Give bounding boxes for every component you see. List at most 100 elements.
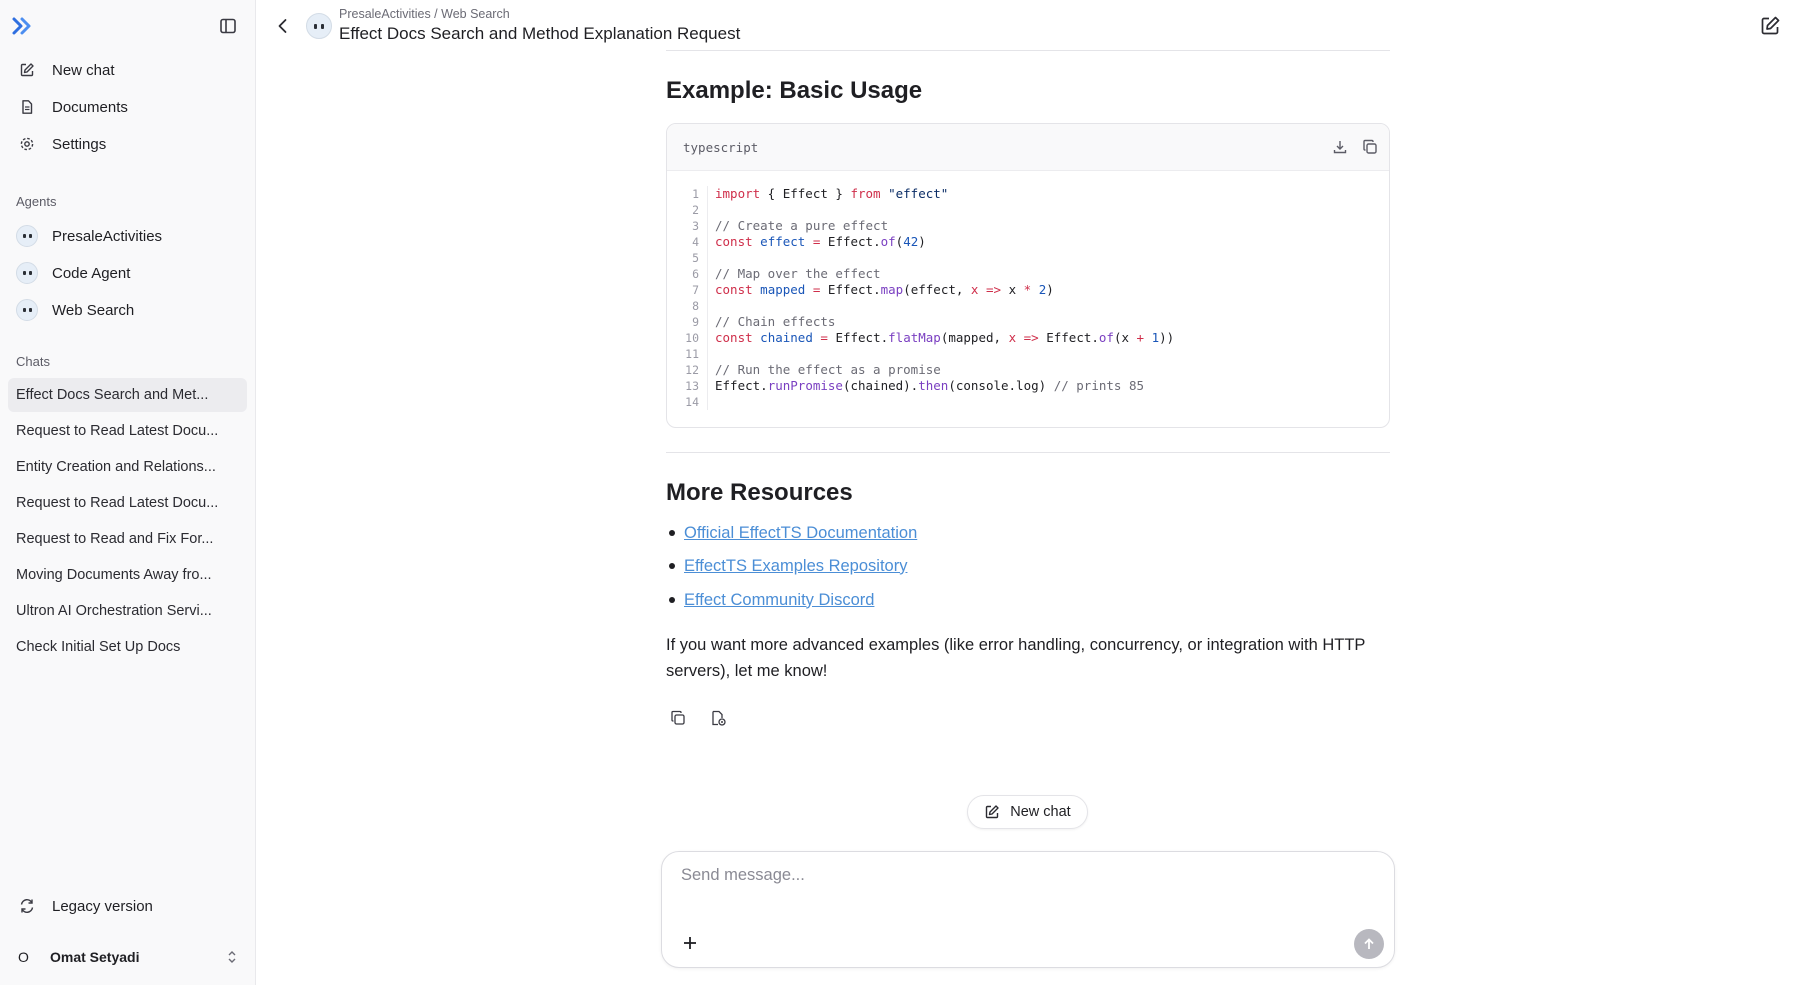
- pencil-square-icon: [18, 61, 36, 79]
- code-line: 1 import { Effect } from "effect": [667, 186, 1389, 202]
- sidebar-item-label: New chat: [52, 61, 115, 79]
- line-number: 8: [692, 299, 699, 313]
- document-icon: [18, 98, 36, 116]
- copy-icon[interactable]: [668, 706, 688, 730]
- line-number: 12: [685, 363, 699, 377]
- agent-item-code-agent[interactable]: Code Agent: [8, 256, 247, 290]
- resources-heading: More Resources: [666, 479, 853, 506]
- code-line: 12// Run the effect as a promise: [667, 362, 1389, 378]
- chat-item[interactable]: Moving Documents Away fro...: [8, 558, 247, 592]
- code-line: 3// Create a pure effect: [667, 218, 1389, 234]
- line-number: 9: [692, 315, 699, 329]
- chats-section-label: Chats: [16, 354, 50, 369]
- legacy-version-button[interactable]: Legacy version: [8, 889, 247, 923]
- bullet: [669, 530, 675, 536]
- agent-avatar: [16, 262, 38, 284]
- sidebar-documents[interactable]: Documents: [8, 90, 247, 124]
- line-number: 2: [692, 203, 699, 217]
- agent-avatar: [306, 13, 332, 39]
- new-chat-button[interactable]: New chat: [967, 795, 1088, 829]
- back-arrow-icon[interactable]: [271, 14, 295, 38]
- line-number: 11: [685, 347, 699, 361]
- message-composer: [661, 851, 1395, 968]
- edit-icon[interactable]: [1758, 14, 1782, 38]
- sidebar-item-label: Settings: [52, 135, 107, 153]
- chat-item[interactable]: Request to Read Latest Docu...: [8, 414, 247, 448]
- logo-icon[interactable]: [10, 14, 34, 38]
- code-line: 7 const mapped = Effect.map(effect, x => …: [667, 282, 1389, 298]
- legacy-version-label: Legacy version: [52, 897, 153, 915]
- sidebar-item-label: Documents: [52, 98, 128, 116]
- list-item: Official EffectTS Documentation: [666, 521, 1066, 545]
- sidebar-top: [0, 0, 256, 52]
- list-item: Effect Community Discord: [666, 588, 1066, 612]
- line-number: 10: [685, 331, 699, 345]
- agent-item-web-search[interactable]: Web Search: [8, 293, 247, 327]
- resource-link[interactable]: EffectTS Examples Repository: [684, 557, 907, 576]
- sidebar: New chat Documents Settings Agents Presa…: [0, 0, 256, 985]
- chat-item[interactable]: Request to Read Latest Docu...: [8, 486, 247, 520]
- sidebar-new-chat[interactable]: New chat: [8, 53, 247, 87]
- user-name: Omat Setyadi: [50, 949, 140, 965]
- chat-item[interactable]: Effect Docs Search and Met...: [8, 378, 247, 412]
- code-line: 14: [667, 394, 1389, 410]
- agent-label: Code Agent: [52, 264, 131, 282]
- message-actions: [668, 706, 728, 730]
- line-number: 4: [692, 235, 699, 249]
- sidebar-settings[interactable]: Settings: [8, 127, 247, 161]
- chat-item[interactable]: Request to Read and Fix For...: [8, 522, 247, 556]
- code-language: typescript: [683, 140, 759, 155]
- agent-avatar: [16, 299, 38, 321]
- code-line: 5: [667, 250, 1389, 266]
- code-line: 2: [667, 202, 1389, 218]
- agent-item-presaleactivities[interactable]: PresaleActivities: [8, 219, 247, 253]
- sidebar-toggle-icon[interactable]: [216, 14, 240, 38]
- avatar: O: [18, 949, 29, 965]
- resource-link[interactable]: Effect Community Discord: [684, 591, 874, 610]
- chevron-updown-icon: [225, 949, 239, 965]
- line-number: 13: [685, 379, 699, 393]
- plus-icon[interactable]: [678, 931, 702, 955]
- agent-label: PresaleActivities: [52, 227, 163, 245]
- download-icon[interactable]: [1331, 138, 1349, 156]
- code-line: 10 const chained = Effect.flatMap(mapped,…: [667, 330, 1389, 346]
- pencil-square-icon: [984, 804, 1000, 820]
- page-title: Effect Docs Search and Method Explanatio…: [339, 24, 741, 43]
- line-number: 14: [685, 395, 699, 409]
- code-body[interactable]: 1 import { Effect } from "effect" 2 3// C…: [667, 186, 1389, 410]
- user-menu[interactable]: O Omat Setyadi: [8, 940, 247, 974]
- new-chat-label: New chat: [1010, 804, 1071, 820]
- chat-item[interactable]: Ultron AI Orchestration Servi...: [8, 594, 247, 628]
- save-document-icon[interactable]: [708, 706, 728, 730]
- agents-section-label: Agents: [16, 194, 57, 209]
- breadcrumb[interactable]: PresaleActivities / Web Search: [339, 7, 510, 21]
- resource-link[interactable]: Official EffectTS Documentation: [684, 524, 917, 543]
- code-block: typescript 1 import { Effect } from "effe…: [666, 123, 1390, 428]
- divider: [666, 50, 1390, 51]
- chat-item[interactable]: Check Initial Set Up Docs: [8, 630, 247, 664]
- line-number: 1: [692, 187, 699, 201]
- code-line: 4 const effect = Effect.of(42): [667, 234, 1389, 250]
- copy-icon[interactable]: [1361, 138, 1379, 156]
- message-input[interactable]: [681, 866, 1371, 885]
- divider: [666, 452, 1390, 453]
- agent-avatar: [16, 225, 38, 247]
- line-number: 3: [692, 219, 699, 233]
- line-number: 7: [692, 283, 699, 297]
- code-line: 6// Map over the effect: [667, 266, 1389, 282]
- refresh-icon: [18, 897, 36, 915]
- code-line: 9// Chain effects: [667, 314, 1389, 330]
- chat-item[interactable]: Entity Creation and Relations...: [8, 450, 247, 484]
- agent-label: Web Search: [52, 301, 135, 319]
- code-line: 11: [667, 346, 1389, 362]
- bullet: [669, 597, 675, 603]
- line-number: 6: [692, 267, 699, 281]
- list-item: EffectTS Examples Repository: [666, 554, 1066, 578]
- line-number: 5: [692, 251, 699, 265]
- example-heading: Example: Basic Usage: [666, 77, 923, 104]
- bullet: [669, 563, 675, 569]
- code-line: 13 Effect.runPromise(chained).then(consol…: [667, 378, 1389, 394]
- chat-header: PresaleActivities / Web Search Effect Do…: [257, 0, 1800, 52]
- code-block-header: typescript: [667, 124, 1389, 171]
- send-button[interactable]: [1354, 929, 1384, 959]
